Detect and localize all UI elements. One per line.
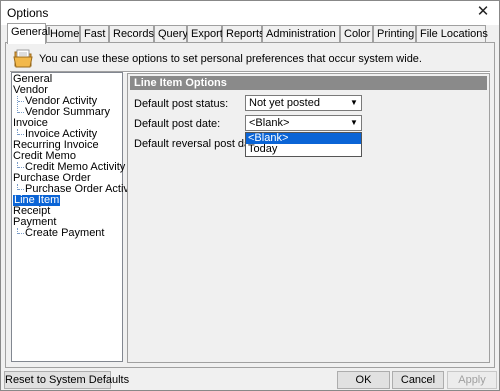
dropdown-option-today[interactable]: Today (246, 144, 361, 155)
default-post-status-label: Default post status: (134, 98, 229, 110)
options-tree[interactable]: General Vendor Vendor Activity Vendor Su… (11, 72, 140, 362)
tree-item-create-payment[interactable]: Create Payment (25, 228, 104, 239)
window-title: Options (7, 6, 49, 20)
tab-records[interactable]: Records (109, 25, 154, 43)
info-text: You can use these options to set persona… (39, 53, 422, 65)
tab-export[interactable]: Export (187, 25, 223, 43)
post-date-dropdown-list[interactable]: <Blank> Today (245, 132, 362, 157)
default-post-status-value: Not yet posted (249, 97, 320, 109)
tree-line (18, 101, 24, 102)
tab-strip: General Home Fast Records Query Export R… (7, 23, 495, 44)
default-post-status-select[interactable]: Not yet posted ▼ (245, 95, 362, 111)
ok-button[interactable]: OK (337, 371, 390, 389)
tree-line (17, 96, 18, 113)
tree-line (18, 112, 24, 113)
reset-defaults-button[interactable]: Reset to System Defaults (4, 371, 129, 389)
tab-printing[interactable]: Printing (373, 25, 416, 43)
default-post-date-value: <Blank> (249, 117, 290, 129)
tab-home[interactable]: Home (46, 25, 80, 43)
chevron-down-icon[interactable]: ▼ (347, 116, 361, 130)
tab-query[interactable]: Query (154, 25, 188, 43)
panel-header: Line Item Options (130, 76, 487, 90)
close-icon[interactable]: ✕ (473, 3, 493, 21)
default-post-date-label: Default post date: (134, 118, 221, 130)
tab-reports[interactable]: Reports (222, 25, 265, 43)
tab-color[interactable]: Color (340, 25, 373, 43)
tree-line (18, 233, 24, 234)
default-reversal-post-date-label: Default reversal post date: (134, 138, 263, 150)
title-bar: Options ✕ (1, 1, 499, 25)
options-window: Options ✕ General Home Fast Records Quer… (0, 0, 500, 391)
tab-content: You can use these options to set persona… (5, 42, 495, 368)
apply-button[interactable]: Apply (447, 371, 497, 389)
cancel-button[interactable]: Cancel (392, 371, 444, 389)
default-post-date-select[interactable]: <Blank> ▼ (245, 115, 362, 131)
tree-line (18, 134, 24, 135)
tab-administration[interactable]: Administration (262, 25, 340, 43)
folder-icon (13, 49, 33, 68)
chevron-down-icon[interactable]: ▼ (347, 96, 361, 110)
tree-line (18, 189, 24, 190)
line-item-options-panel: Line Item Options Default post status: N… (127, 73, 490, 363)
tab-file-locations[interactable]: File Locations (416, 25, 488, 43)
tab-general[interactable]: General (7, 23, 50, 44)
tab-fast[interactable]: Fast (80, 25, 109, 43)
tree-line (18, 167, 24, 168)
